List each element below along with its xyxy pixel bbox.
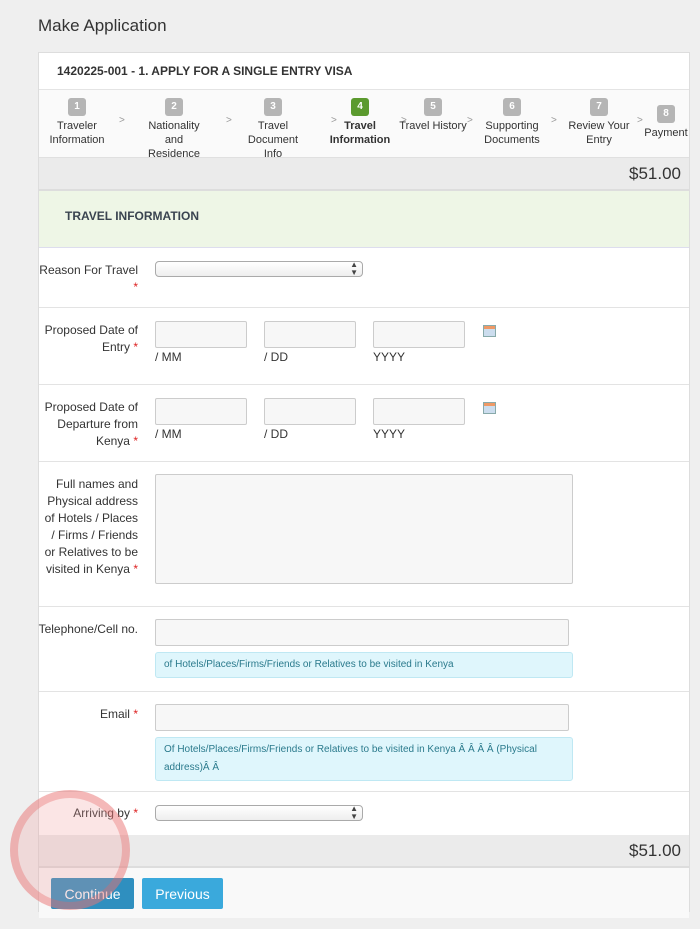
arriving-select[interactable]: ▲ ▼ — [155, 805, 363, 821]
step-number: 5 — [424, 98, 442, 116]
email-label: Email — [99, 707, 130, 721]
departure-month-input[interactable] — [155, 398, 247, 425]
step-2[interactable]: 2 Nationality and Residence — [129, 98, 219, 161]
month-hint: / MM — [155, 427, 182, 441]
phone-label: Telephone/Cell no. — [38, 622, 138, 636]
phone-input[interactable] — [155, 619, 569, 646]
step-label: Travel Document Info — [247, 120, 299, 160]
step-1[interactable]: 1 Traveler Information — [32, 98, 122, 147]
step-8[interactable]: 8 Payment — [621, 105, 700, 140]
reason-select[interactable]: ▲ ▼ — [155, 261, 363, 277]
step-5[interactable]: 5 Travel History — [388, 98, 478, 133]
email-help: Of Hotels/Places/Firms/Friends or Relati… — [155, 737, 573, 781]
email-row: Email * Of Hotels/Places/Firms/Friends o… — [39, 692, 689, 792]
price-bar-top: $51.00 — [39, 158, 689, 191]
departure-date-label: Proposed Date of Departure from Kenya — [44, 400, 138, 448]
watermark-logo — [10, 790, 130, 910]
reason-row: Reason For Travel * ▲ ▼ — [39, 248, 689, 308]
calendar-icon[interactable] — [483, 325, 496, 337]
step-label: Supporting Documents — [484, 120, 540, 146]
arriving-row: Arriving by * ▲ ▼ — [39, 792, 689, 835]
application-header: 1420225-001 - 1. APPLY FOR A SINGLE ENTR… — [39, 53, 689, 90]
select-arrows-icon: ▲ ▼ — [350, 260, 358, 277]
required-mark: * — [133, 434, 138, 448]
address-textarea[interactable] — [155, 474, 573, 584]
departure-date-row: Proposed Date of Departure from Kenya * … — [39, 385, 689, 462]
step-number: 7 — [590, 98, 608, 116]
reason-label: Reason For Travel — [39, 263, 138, 277]
required-mark: * — [133, 340, 138, 354]
year-hint: YYYY — [373, 350, 406, 364]
step-label: Payment — [644, 127, 688, 139]
email-input[interactable] — [155, 704, 569, 731]
entry-date-label: Proposed Date of Entry — [44, 323, 138, 354]
price-bar-bottom: $51.00 — [39, 835, 689, 868]
step-3[interactable]: 3 Travel Document Info — [228, 98, 318, 161]
section-title: TRAVEL INFORMATION — [39, 191, 689, 248]
required-mark: * — [133, 707, 138, 721]
phone-row: Telephone/Cell no. of Hotels/Places/Firm… — [39, 607, 689, 692]
required-mark: * — [133, 806, 138, 820]
departure-day-input[interactable] — [264, 398, 356, 425]
departure-year-input[interactable] — [373, 398, 465, 425]
entry-month-input[interactable] — [155, 321, 247, 348]
application-card: 1420225-001 - 1. APPLY FOR A SINGLE ENTR… — [38, 52, 690, 918]
step-separator: > — [119, 115, 125, 126]
step-number: 8 — [657, 105, 675, 123]
day-hint: / DD — [264, 427, 288, 441]
required-mark: * — [133, 280, 138, 294]
year-hint: YYYY — [373, 427, 406, 441]
button-bar: Continue Previous — [39, 868, 689, 918]
address-row: Full names and Physical address of Hotel… — [39, 462, 689, 607]
calendar-icon[interactable] — [483, 402, 496, 414]
phone-help: of Hotels/Places/Firms/Friends or Relati… — [155, 652, 573, 678]
address-label: Full names and Physical address of Hotel… — [44, 477, 138, 576]
step-number: 2 — [165, 98, 183, 116]
step-label: Travel History — [399, 120, 467, 132]
step-label: Traveler Information — [49, 120, 105, 146]
step-label: Nationality and Residence — [148, 120, 200, 160]
stepper: 1 Traveler Information >2 Nationality and R… — [39, 90, 689, 161]
month-hint: / MM — [155, 350, 182, 364]
day-hint: / DD — [264, 350, 288, 364]
step-number: 1 — [68, 98, 86, 116]
entry-date-row: Proposed Date of Entry * / MM / DD YYYY — [39, 308, 689, 385]
step-number: 3 — [264, 98, 282, 116]
step-number: 6 — [503, 98, 521, 116]
required-mark: * — [133, 562, 138, 576]
page-title: Make Application — [38, 16, 167, 35]
entry-day-input[interactable] — [264, 321, 356, 348]
previous-button[interactable]: Previous — [142, 878, 223, 909]
step-6[interactable]: 6 Supporting Documents — [467, 98, 557, 147]
step-number: 4 — [351, 98, 369, 116]
entry-year-input[interactable] — [373, 321, 465, 348]
select-arrows-icon: ▲ ▼ — [350, 804, 358, 821]
